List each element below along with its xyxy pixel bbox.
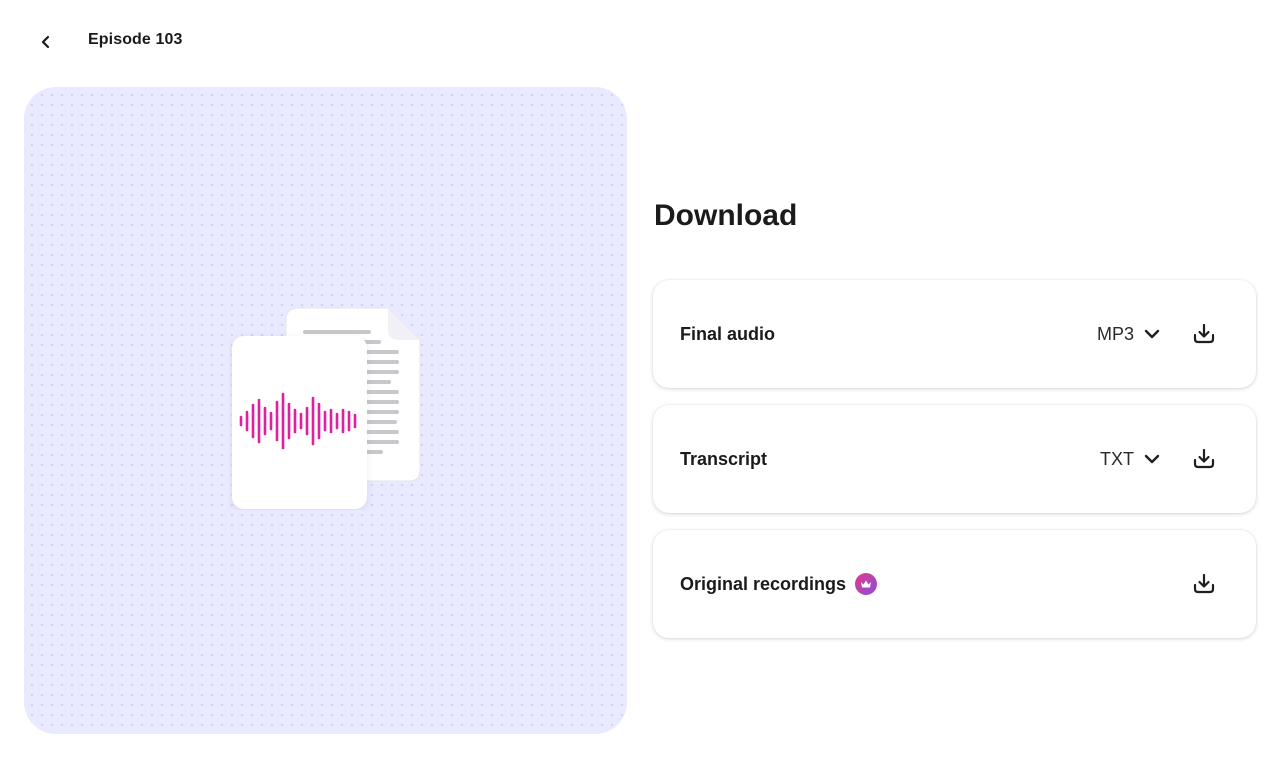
chevron-left-icon xyxy=(41,35,50,49)
download-card-final-audio: Final audio MP3 xyxy=(653,280,1256,388)
back-button[interactable] xyxy=(30,26,62,58)
format-value: MP3 xyxy=(1096,323,1134,344)
format-select[interactable]: MP3 xyxy=(1097,324,1160,345)
card-label: Original recordings xyxy=(680,573,847,594)
chevron-down-icon xyxy=(1144,454,1160,464)
crown-icon xyxy=(855,573,878,595)
download-button[interactable] xyxy=(1188,318,1220,350)
preview-panel xyxy=(24,87,627,734)
download-icon xyxy=(1193,323,1215,344)
download-button[interactable] xyxy=(1188,568,1220,600)
chevron-down-icon xyxy=(1144,329,1160,339)
download-heading: Download xyxy=(654,199,798,232)
download-card-original-recordings: Original recordings xyxy=(653,530,1256,638)
card-label-wrap: Original recordings xyxy=(680,573,878,595)
card-label: Final audio xyxy=(680,323,776,344)
audio-file-icon xyxy=(232,336,367,509)
format-value: TXT xyxy=(1100,448,1134,469)
files-illustration xyxy=(232,307,421,509)
download-icon xyxy=(1193,573,1215,594)
download-section: Download Final audio MP3 Transcript TXT xyxy=(653,190,1256,655)
download-button[interactable] xyxy=(1188,443,1220,475)
page-title: Episode 103 xyxy=(88,31,183,48)
top-bar: Episode 103 xyxy=(0,0,1280,84)
download-card-transcript: Transcript TXT xyxy=(653,405,1256,513)
download-icon xyxy=(1193,448,1215,469)
card-label: Transcript xyxy=(680,448,768,469)
format-select[interactable]: TXT xyxy=(1100,449,1160,470)
